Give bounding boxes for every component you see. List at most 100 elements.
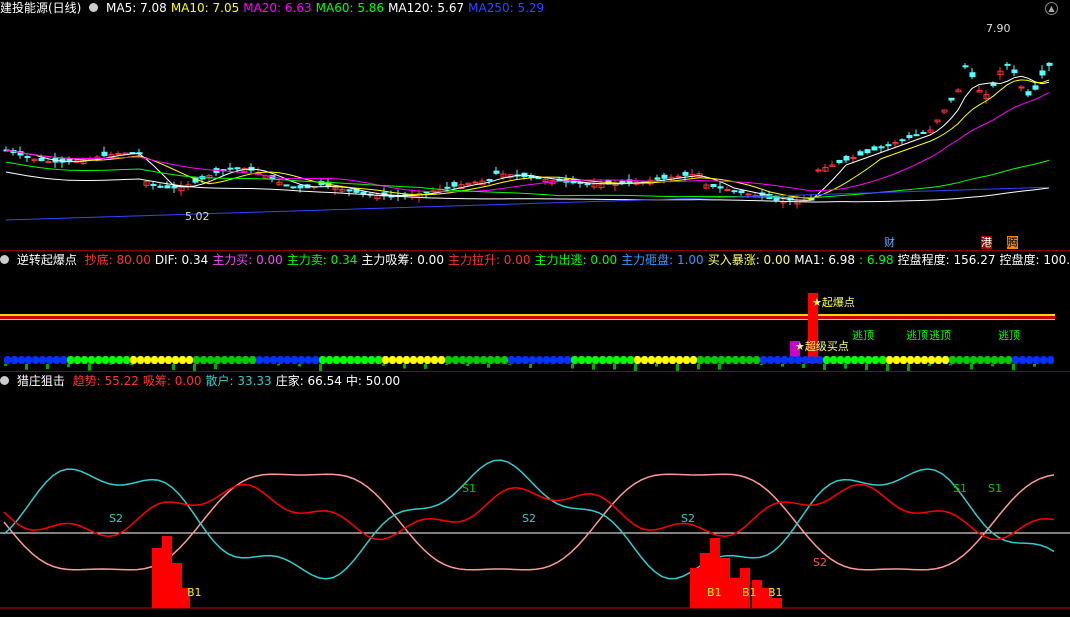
trend-segment [361,356,368,364]
trend-segment [151,356,158,364]
volume-bar [529,364,532,368]
candle-body [654,177,661,180]
trend-segment [942,356,949,364]
candle-body [885,144,892,147]
candle-body [150,184,157,187]
trend-segment [571,356,578,364]
trend-segment [809,356,816,364]
trend-segment [781,356,788,364]
trend-segment [557,356,564,364]
candle-body [675,175,682,178]
reversal-indicator-chart [0,293,1055,371]
xichou-bar [152,548,162,608]
trend-segment [746,356,753,364]
candle-body [948,97,955,101]
volume-bar [823,364,826,371]
signal-s2: S2 [813,556,827,569]
trend-segment [137,356,144,364]
volume-bar [613,364,616,370]
trend-segment [550,356,557,364]
candle-body [493,170,500,174]
trend-segment [984,356,991,364]
taoding-label-3: 逃顶 [929,329,951,342]
trend-segment [949,356,956,364]
trend-segment [235,356,242,364]
reversal-panel[interactable]: 逆转起爆点 抄底: 80.00 DIF: 0.34 主力买: 0.00 主力卖: 0.… [0,251,1070,371]
volume-bar [907,364,910,371]
signal-s1: S1 [988,482,1002,495]
trend-segment [1005,356,1012,364]
taoding-label-2: 逃顶 [906,329,928,342]
trend-segment [1012,356,1019,364]
trend-segment [795,356,802,364]
trend-segment [249,356,256,364]
candle-body [1039,70,1046,76]
marker-teng[interactable]: 腾 [1007,236,1018,249]
trend-segment [18,356,25,364]
volume-bar [445,364,448,365]
trend-segment [879,356,886,364]
trend-segment [858,356,865,364]
candle-body [962,65,969,68]
trend-segment [865,356,872,364]
candle-body [584,183,591,186]
trend-segment [851,356,858,364]
trend-segment [186,356,193,364]
candle-body [283,184,290,187]
volume-bar [466,364,469,367]
candle-body [871,146,878,151]
price-panel[interactable]: 建投能源(日线) MA5: 7.08 MA10: 7.05 MA20: 6.63 MA… [0,0,1070,250]
candle-body [423,191,430,194]
volume-bar [802,364,805,369]
candle-body [878,146,885,149]
candle-body [731,190,738,193]
marker-gang[interactable]: 港 [981,236,992,249]
volume-bar [1012,364,1015,371]
hunter-panel[interactable]: 猎庄狙击 趋势: 55.22 吸筹: 0.00 散户: 33.33 庄家: 66.54… [0,372,1070,617]
trend-segment [634,356,641,364]
trend-segment [277,356,284,364]
candle-body [1032,85,1039,90]
trend-segment [718,356,725,364]
trend-segment [578,356,585,364]
candle-body [1004,63,1011,66]
trend-segment [970,356,977,364]
volume-bar [991,364,994,367]
trend-segment [669,356,676,364]
trend-segment [494,356,501,364]
trend-segment [564,356,571,364]
trend-segment [438,356,445,364]
trend-segment [662,356,669,364]
volume-bar [676,364,679,371]
low-price-label: 5.02 [185,210,210,223]
trend-segment [4,356,11,364]
volume-bar [886,364,889,371]
trend-segment [354,356,361,364]
trend-segment [774,356,781,364]
volume-bar [781,364,784,367]
trend-segment [39,356,46,364]
trend-segment [711,356,718,364]
trend-segment [599,356,606,364]
trend-segment [95,356,102,364]
trend-segment [676,356,683,364]
xichou-bar [720,558,730,608]
trend-segment [165,356,172,364]
candle-body [836,159,843,163]
volume-bar [865,364,868,371]
xichou-bar [772,598,782,608]
candle-body [906,135,913,138]
trend-segment [53,356,60,364]
candle-body [920,131,927,134]
marker-cai[interactable]: 财 [884,236,895,249]
trend-segment [1040,356,1047,364]
volume-bar [130,364,133,366]
trend-segment [536,356,543,364]
volume-bar [172,364,175,370]
trend-segment [424,356,431,364]
candle-body [864,149,871,153]
signal-s2: S2 [681,512,695,525]
trend-segment [452,356,459,364]
trend-segment [144,356,151,364]
trend-segment [326,356,333,364]
